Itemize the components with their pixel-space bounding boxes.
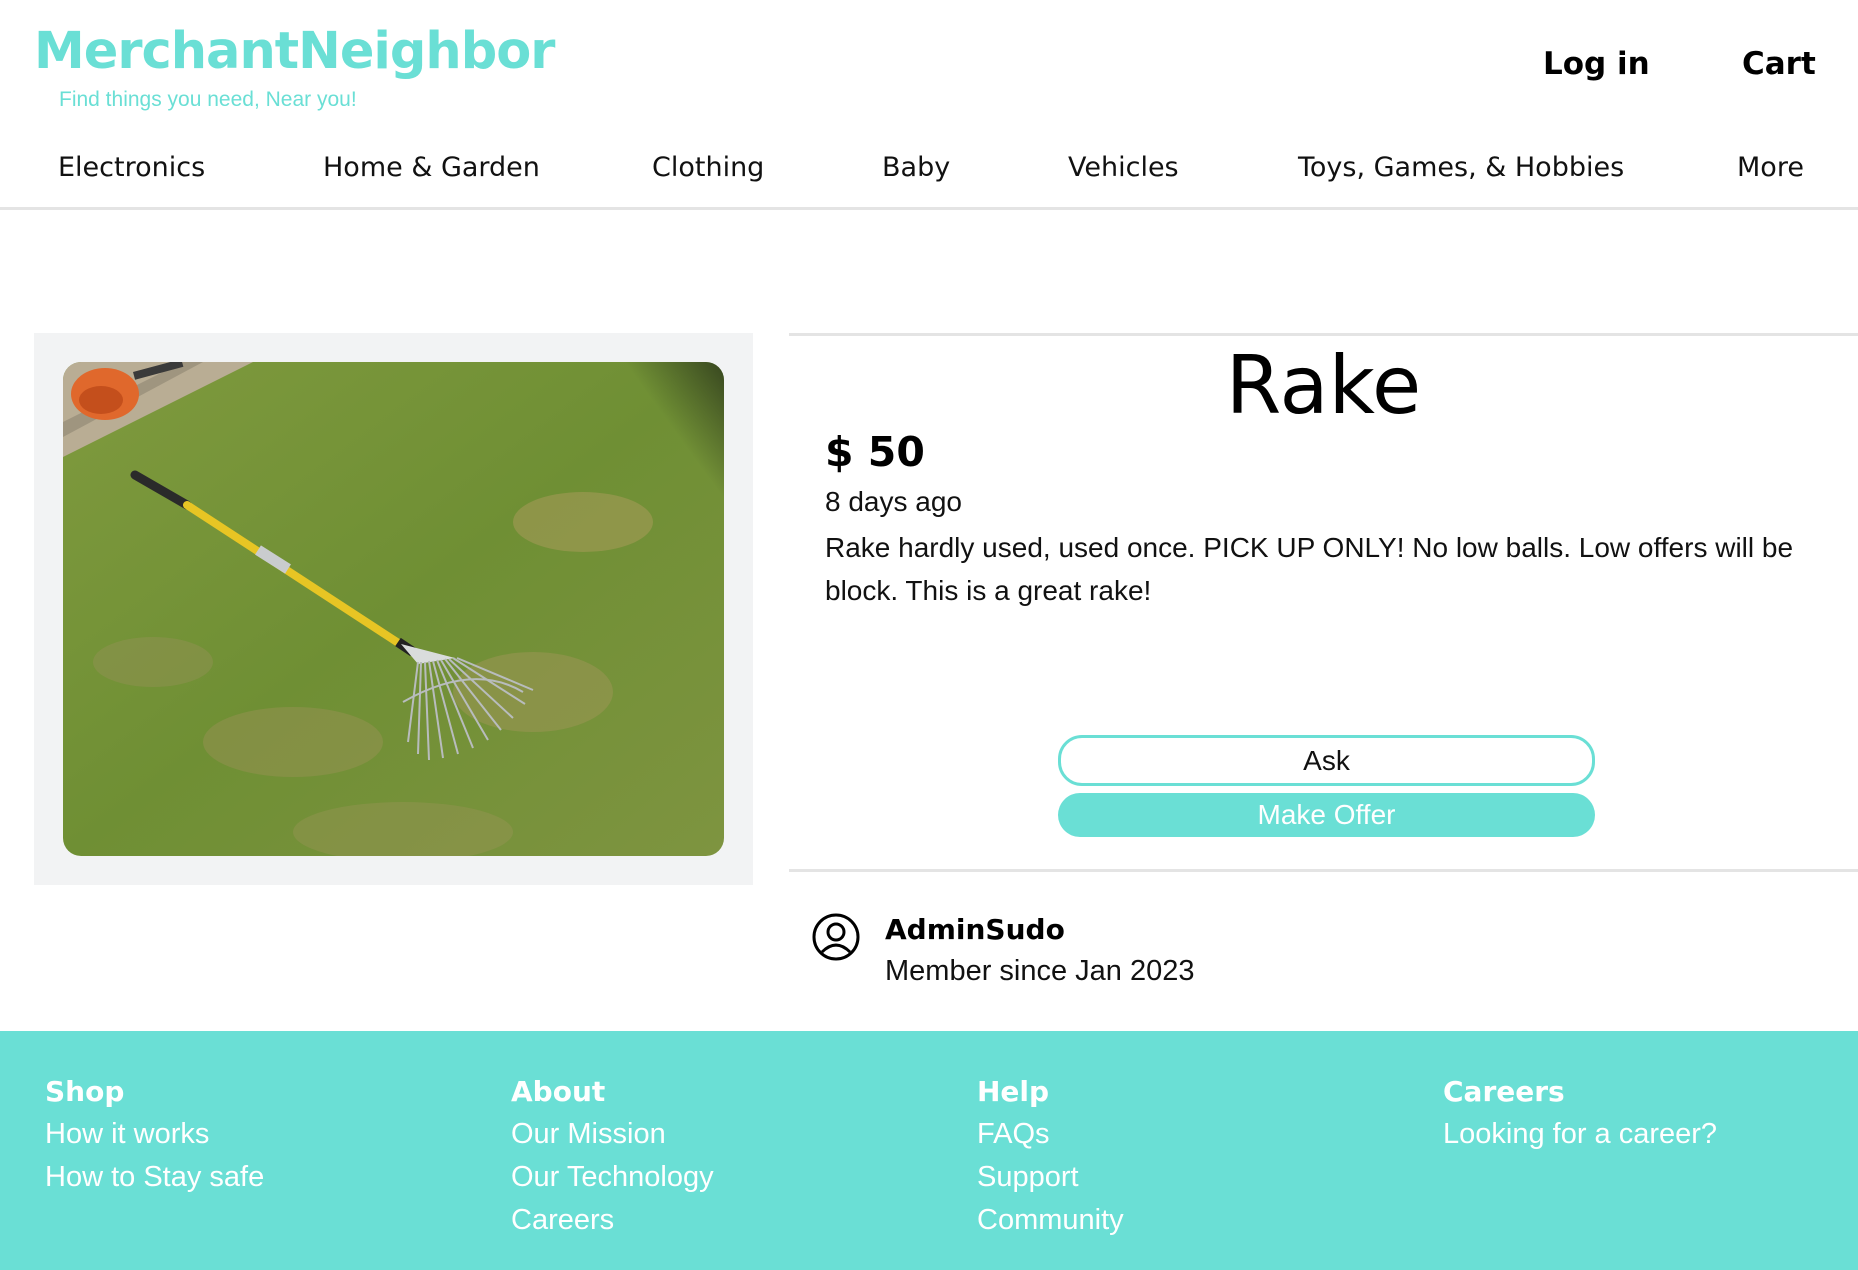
- product-photo[interactable]: [63, 362, 724, 856]
- footer-link-careers[interactable]: Careers: [511, 1199, 714, 1242]
- nav-item-toys-games-hobbies[interactable]: Toys, Games, & Hobbies: [1298, 152, 1624, 183]
- category-nav: Electronics Home & Garden Clothing Baby …: [0, 130, 1858, 210]
- footer-link-faqs[interactable]: FAQs: [977, 1113, 1124, 1156]
- nav-item-clothing[interactable]: Clothing: [652, 152, 764, 183]
- brand-name[interactable]: MerchantNeighbor: [34, 22, 555, 82]
- footer-column-about: About Our Mission Our Technology Careers: [511, 1071, 714, 1242]
- footer-heading-careers: Careers: [1443, 1075, 1565, 1108]
- site-footer: Shop How it works How to Stay safe About…: [0, 1031, 1858, 1270]
- ask-button[interactable]: Ask: [1058, 735, 1595, 786]
- footer-column-careers: Careers Looking for a career?: [1443, 1071, 1717, 1156]
- footer-column-help: Help FAQs Support Community: [977, 1071, 1124, 1242]
- nav-item-vehicles[interactable]: Vehicles: [1068, 152, 1179, 183]
- brand-logo[interactable]: MerchantNeighbor Find things you need, N…: [34, 22, 555, 112]
- nav-item-baby[interactable]: Baby: [882, 152, 950, 183]
- footer-heading-help: Help: [977, 1075, 1050, 1108]
- photo-panel: [34, 333, 753, 885]
- footer-link-how-to-stay-safe[interactable]: How to Stay safe: [45, 1156, 264, 1199]
- listing-posted-time: 8 days ago: [825, 486, 962, 517]
- listing-description: Rake hardly used, used once. PICK UP ONL…: [825, 532, 1794, 606]
- footer-link-support[interactable]: Support: [977, 1156, 1124, 1199]
- listing-title: Rake: [1225, 339, 1422, 432]
- footer-link-looking-for-career[interactable]: Looking for a career?: [1443, 1113, 1717, 1156]
- user-circle-icon: [811, 912, 861, 962]
- seller-member-since: Member since Jan 2023: [885, 955, 1195, 987]
- login-link[interactable]: Log in: [1543, 46, 1650, 82]
- footer-link-our-technology[interactable]: Our Technology: [511, 1156, 714, 1199]
- nav-item-electronics[interactable]: Electronics: [58, 152, 205, 183]
- listing-price: $ 50: [825, 428, 925, 476]
- footer-heading-shop: Shop: [45, 1075, 125, 1108]
- nav-item-more[interactable]: More: [1737, 152, 1804, 183]
- brand-tagline: Find things you need, Near you!: [59, 88, 357, 111]
- footer-link-how-it-works[interactable]: How it works: [45, 1113, 264, 1156]
- make-offer-button[interactable]: Make Offer: [1058, 793, 1595, 837]
- footer-link-community[interactable]: Community: [977, 1199, 1124, 1242]
- nav-item-home-garden[interactable]: Home & Garden: [323, 152, 540, 183]
- cart-link[interactable]: Cart: [1742, 46, 1816, 82]
- listing-detail: Rake $ 50 8 days ago Rake hardly used, u…: [789, 333, 1858, 872]
- site-header: MerchantNeighbor Find things you need, N…: [0, 0, 1858, 130]
- footer-column-shop: Shop How it works How to Stay safe: [45, 1071, 264, 1199]
- footer-link-our-mission[interactable]: Our Mission: [511, 1113, 714, 1156]
- seller-name[interactable]: AdminSudo: [885, 913, 1065, 946]
- footer-heading-about: About: [511, 1075, 606, 1108]
